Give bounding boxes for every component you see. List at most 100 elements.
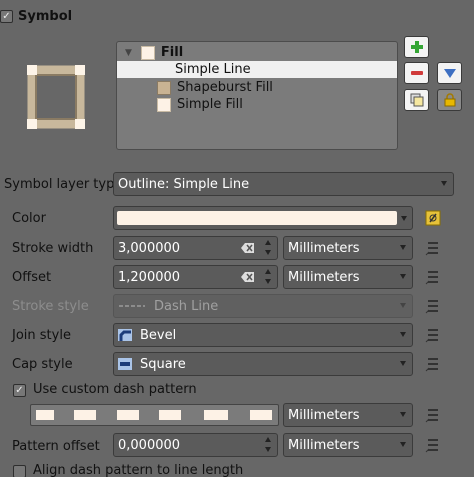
offset-label: Offset [12,270,52,285]
data-defined-icon [425,210,441,226]
color-label: Color [12,211,46,226]
pattern-offset-label: Pattern offset [12,439,100,454]
custom-dash-label: Use custom dash pattern [33,382,197,397]
stroke-width-unit-combo[interactable]: Millimeters [283,236,413,260]
align-dash-checkbox[interactable] [13,465,26,477]
offset-unit-value: Millimeters [288,269,360,285]
dash-line-icon [119,305,145,307]
spin-up-icon[interactable] [265,269,271,274]
offset-unit-combo[interactable]: Millimeters [283,265,413,289]
data-defined-icon [425,409,438,423]
stroke-width-data-defined-button[interactable] [424,239,442,257]
expand-arrow-icon[interactable]: ▼ [125,48,132,58]
stroke-style-data-defined-button[interactable] [424,297,442,315]
add-layer-button[interactable] [404,36,429,58]
color-data-defined-button[interactable] [424,209,442,227]
tree-item-simple-fill[interactable]: Simple Fill [117,96,397,113]
bevel-join-icon [118,329,132,341]
symbol-layer-type-label: Symbol layer type [4,177,123,192]
stroke-width-label: Stroke width [12,241,94,256]
stroke-width-value: 3,000000 [118,240,181,256]
tree-item-simple-line[interactable]: Simple Line [117,61,397,78]
chevron-down-icon [400,303,406,308]
tree-item-label: Simple Line [175,62,251,77]
pattern-offset-data-defined-button[interactable] [424,436,442,454]
symbol-layer-tree[interactable]: ▼ Fill Simple Line Shapeburst Fill Simpl… [116,41,398,150]
chevron-down-icon [441,181,447,186]
move-down-button[interactable] [437,62,462,84]
offset-spinbox[interactable]: 1,200000 [113,265,278,289]
pattern-offset-unit-value: Millimeters [288,437,360,453]
tree-item-shapeburst-fill[interactable]: Shapeburst Fill [117,79,397,96]
plus-icon [410,41,423,53]
join-style-data-defined-button[interactable] [424,326,442,344]
arrow-down-icon [443,69,456,78]
symbol-group-title: Symbol [18,9,73,24]
symbol-group-checkbox[interactable]: ✓ [0,10,13,23]
data-defined-icon [425,242,438,256]
chevron-down-icon [400,412,406,417]
dash-pattern-button[interactable] [30,404,279,426]
symbol-layer-type-value: Outline: Simple Line [118,176,250,192]
stroke-width-spinbox[interactable]: 3,000000 [113,236,278,260]
fill-swatch-icon [140,45,155,60]
symbol-layer-type-combo[interactable]: Outline: Simple Line [113,172,454,196]
pattern-offset-unit-combo[interactable]: Millimeters [283,433,413,457]
cap-style-combo[interactable]: Square [113,352,413,376]
offset-data-defined-button[interactable] [424,268,442,286]
data-defined-icon [425,329,438,343]
tree-root-label: Fill [160,45,184,60]
data-defined-icon [425,271,438,285]
tree-item-label: Shapeburst Fill [177,80,273,95]
custom-dash-checkbox[interactable]: ✓ [13,384,26,397]
join-style-label: Join style [12,328,71,343]
stroke-style-value: Dash Line [154,298,219,314]
chevron-down-icon [400,442,406,447]
square-cap-icon [118,358,132,370]
tree-item-label: Simple Fill [177,97,243,112]
spin-down-icon[interactable] [265,279,271,284]
offset-value: 1,200000 [118,269,181,285]
dash-unit-value: Millimeters [288,407,360,423]
shapeburst-swatch-icon [157,80,171,95]
chevron-down-icon [400,274,406,279]
chevron-down-icon [401,216,407,221]
pattern-offset-spinbox[interactable]: 0,000000 [113,433,278,457]
color-swatch [117,211,397,225]
join-style-combo[interactable]: Bevel [113,323,413,347]
cap-style-value: Square [140,356,186,372]
spin-down-icon[interactable] [265,250,271,255]
tree-root-fill[interactable]: ▼ Fill [117,44,397,61]
lock-icon [444,93,455,107]
data-defined-icon [425,439,438,453]
data-defined-icon [425,358,438,372]
pattern-offset-value: 0,000000 [118,437,181,453]
stroke-width-unit-value: Millimeters [288,240,360,256]
data-defined-icon [425,300,438,314]
align-dash-label: Align dash pattern to line length [33,463,244,477]
chevron-down-icon [400,332,406,337]
chevron-down-icon [400,361,406,366]
dash-pattern-data-defined-button[interactable] [424,406,442,424]
stroke-style-combo[interactable]: Dash Line [113,294,413,318]
cap-style-data-defined-button[interactable] [424,355,442,373]
clear-icon[interactable] [241,271,255,283]
remove-layer-button[interactable] [404,62,429,84]
join-style-value: Bevel [140,327,177,343]
dash-pattern-preview [36,410,272,420]
color-button[interactable] [113,206,413,230]
chevron-down-icon [400,245,406,250]
spin-down-icon[interactable] [265,447,271,452]
symbol-preview [26,64,86,130]
stroke-style-label: Stroke style [12,299,89,314]
minus-icon [410,71,423,75]
spin-up-icon[interactable] [265,437,271,442]
spin-up-icon[interactable] [265,240,271,245]
duplicate-icon [410,93,423,107]
duplicate-layer-button[interactable] [404,89,429,111]
lock-layer-button[interactable] [437,89,462,111]
clear-icon[interactable] [241,242,255,254]
cap-style-label: Cap style [12,357,73,372]
simple-fill-swatch-icon [157,97,171,112]
dash-unit-combo[interactable]: Millimeters [283,403,413,427]
